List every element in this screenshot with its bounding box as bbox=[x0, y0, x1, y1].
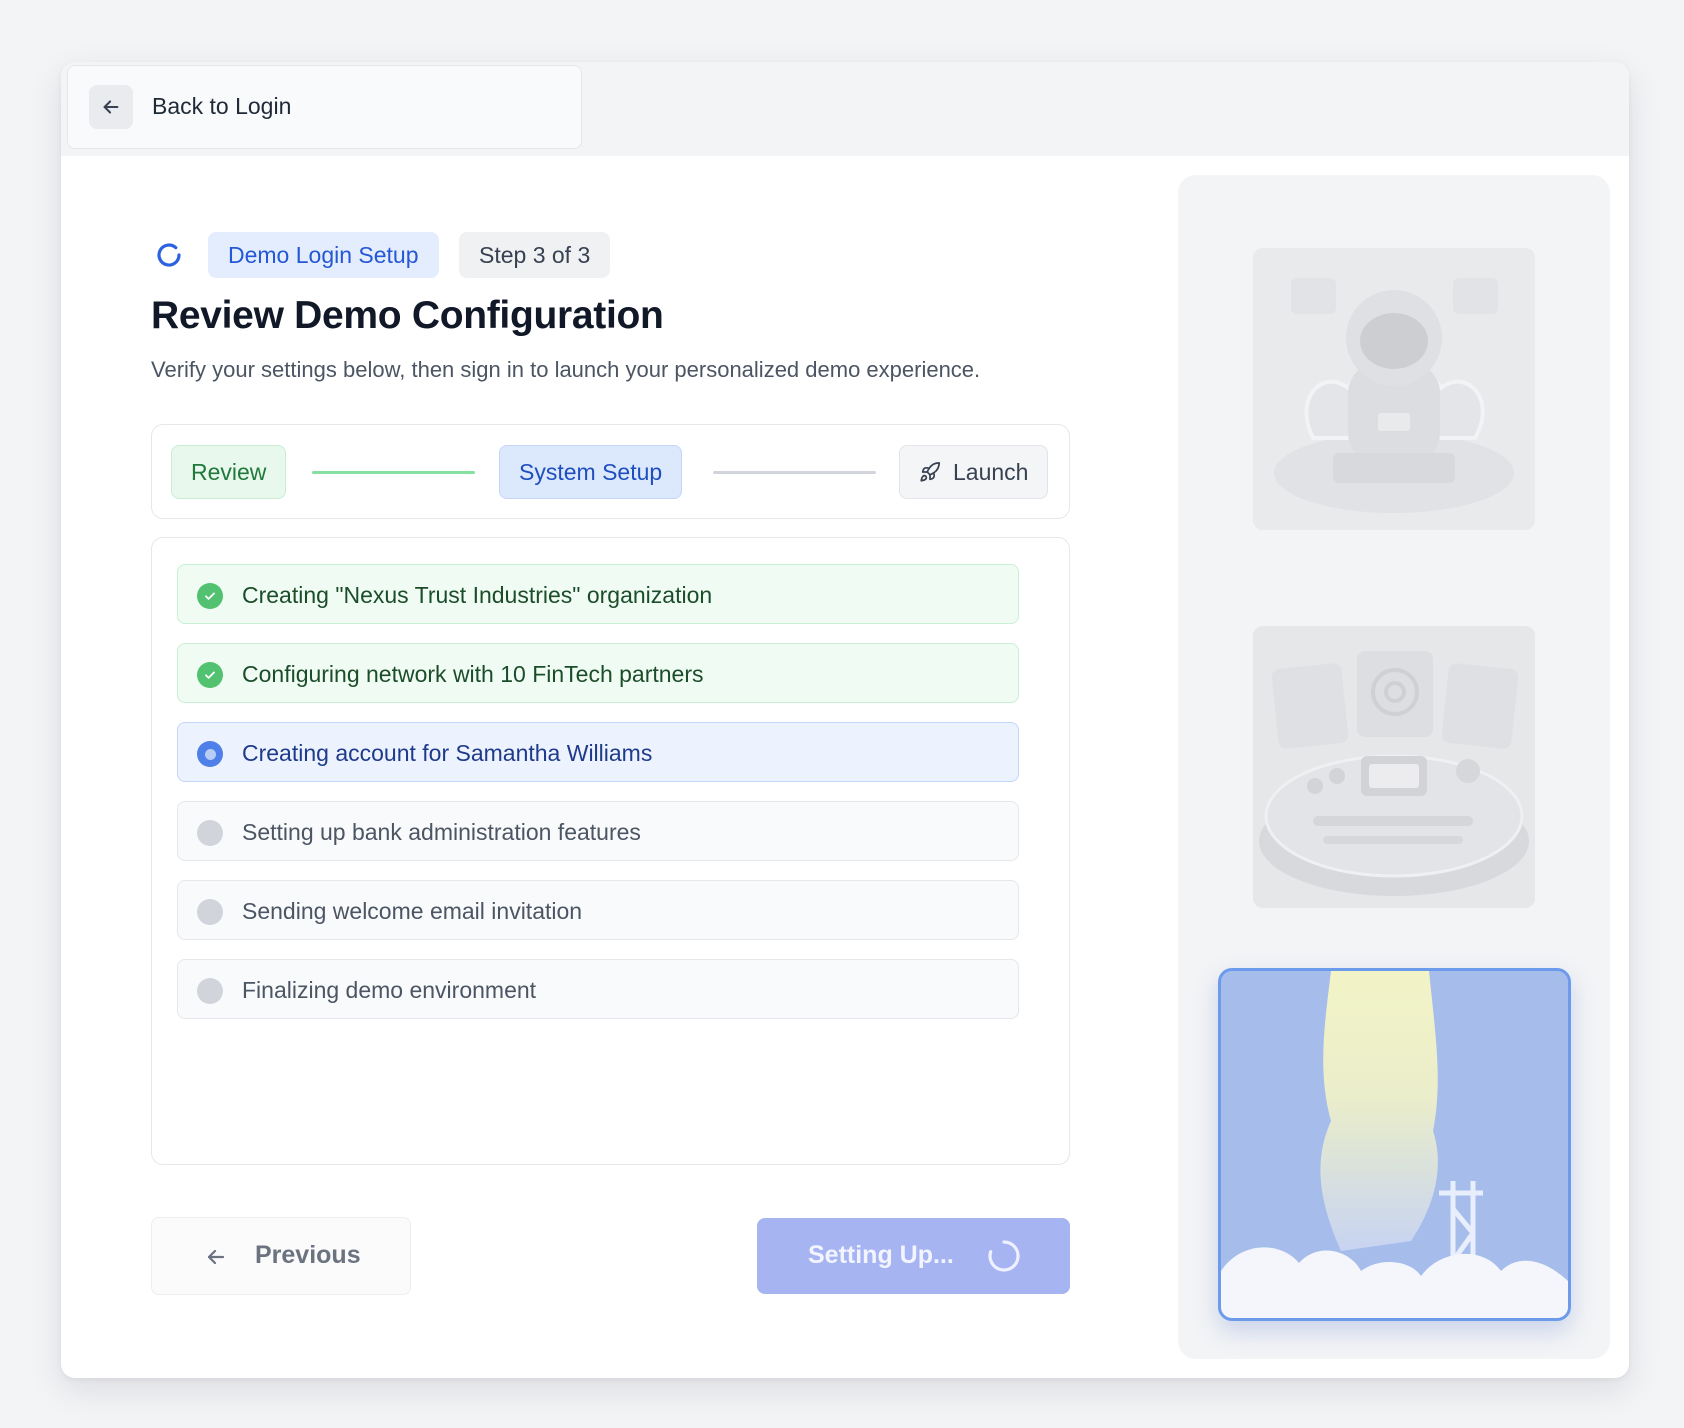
task-label: Finalizing demo environment bbox=[242, 977, 537, 1003]
back-to-login-bar: Back to Login bbox=[67, 65, 582, 149]
task-item: Configuring network with 10 FinTech part… bbox=[177, 643, 1019, 703]
step-connector-pending bbox=[713, 471, 876, 474]
back-to-login-link[interactable]: Back to Login bbox=[152, 93, 291, 120]
setting-up-button-label: Setting Up... bbox=[808, 1241, 954, 1269]
loading-spinner-icon bbox=[988, 1240, 1020, 1272]
task-item: Finalizing demo environment bbox=[177, 959, 1019, 1019]
rocket-launch-illustration bbox=[1218, 968, 1571, 1321]
setup-task-list: Creating "Nexus Trust Industries" organi… bbox=[151, 537, 1070, 1165]
task-label: Creating "Nexus Trust Industries" organi… bbox=[242, 582, 713, 608]
step-launch-label: Launch bbox=[953, 459, 1029, 485]
page-subtitle: Verify your settings below, then sign in… bbox=[151, 357, 981, 382]
step-system-setup-label: System Setup bbox=[519, 459, 663, 485]
step-review-label: Review bbox=[191, 459, 267, 485]
pending-dot-icon bbox=[197, 899, 223, 925]
task-label: Creating account for Samantha Williams bbox=[242, 740, 653, 766]
arrow-left-icon bbox=[103, 100, 119, 114]
previous-button-label: Previous bbox=[255, 1241, 361, 1269]
check-circle-icon bbox=[197, 662, 223, 688]
task-item: Setting up bank administration features bbox=[177, 801, 1019, 861]
astronaut-illustration bbox=[1253, 248, 1535, 530]
control-panel-illustration bbox=[1253, 626, 1535, 908]
demo-login-setup-badge: Demo Login Setup bbox=[208, 232, 439, 278]
page-title: Review Demo Configuration bbox=[151, 294, 664, 337]
task-label: Configuring network with 10 FinTech part… bbox=[242, 661, 704, 687]
step-launch: Launch bbox=[899, 445, 1049, 499]
arrow-left-icon bbox=[207, 1249, 225, 1265]
task-item: Creating "Nexus Trust Industries" organi… bbox=[177, 564, 1019, 624]
check-circle-icon bbox=[197, 583, 223, 609]
step-system-setup: System Setup bbox=[499, 445, 683, 499]
pending-dot-icon bbox=[197, 978, 223, 1004]
step-indicator-badge: Step 3 of 3 bbox=[459, 232, 611, 278]
task-item-active: Creating account for Samantha Williams bbox=[177, 722, 1019, 782]
in-progress-dot-icon bbox=[197, 741, 223, 767]
setting-up-button[interactable]: Setting Up... bbox=[757, 1218, 1070, 1294]
task-label: Sending welcome email invitation bbox=[242, 898, 583, 924]
step-connector-complete bbox=[312, 471, 475, 474]
refresh-icon bbox=[157, 243, 181, 267]
pending-dot-icon bbox=[197, 820, 223, 846]
progress-stepper: Review System Setup Launch bbox=[151, 424, 1070, 519]
back-button[interactable] bbox=[89, 85, 133, 129]
step-review: Review bbox=[171, 445, 287, 499]
task-item: Sending welcome email invitation bbox=[177, 880, 1019, 940]
previous-button[interactable]: Previous bbox=[151, 1217, 411, 1295]
rocket-icon bbox=[920, 461, 941, 482]
task-label: Setting up bank administration features bbox=[242, 819, 641, 845]
